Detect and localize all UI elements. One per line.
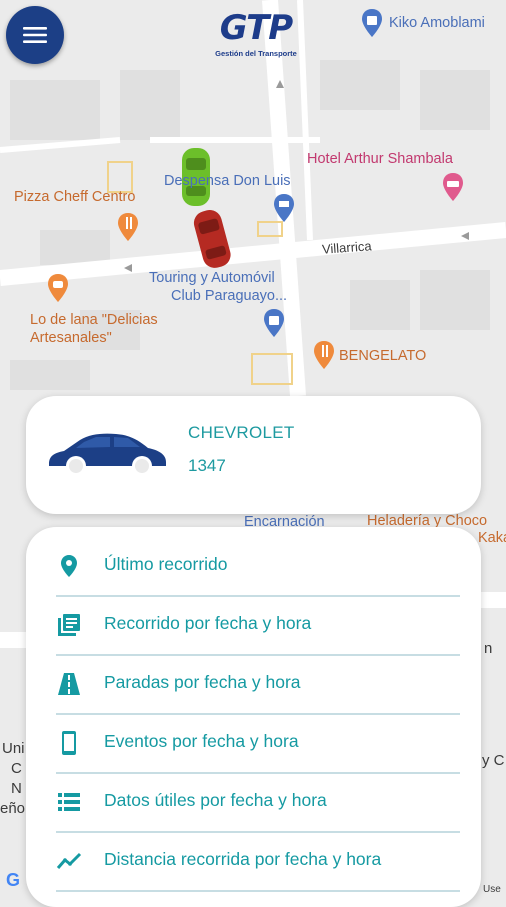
menu-item-recorrido-fecha[interactable]: Recorrido por fecha y hora xyxy=(56,596,460,656)
poi-bengelato[interactable]: BENGELATO xyxy=(339,348,426,364)
menu-item-distancia-recorrida[interactable]: Distancia recorrida por fecha y hora xyxy=(56,832,460,892)
list-icon xyxy=(58,793,80,811)
restaurant-pin-icon xyxy=(314,341,334,369)
location-pin-icon xyxy=(61,555,77,577)
poi-lana-line2[interactable]: Artesanales" xyxy=(30,330,112,346)
trending-line-icon xyxy=(56,852,82,869)
map-fragment: Use xyxy=(483,884,501,895)
cafe-pin-icon xyxy=(48,274,68,302)
vehicle-card[interactable]: CHEVROLET 1347 xyxy=(26,396,481,514)
poi-kiko[interactable]: Kiko Amoblami xyxy=(389,15,485,31)
hotel-pin-icon xyxy=(443,173,463,201)
poi-hotel[interactable]: Hotel Arthur Shambala xyxy=(307,151,453,167)
vehicle-id: 1347 xyxy=(188,456,226,475)
poi-despensa[interactable]: Despensa Don Luis xyxy=(164,173,291,189)
menu-item-label: Último recorrido xyxy=(104,554,228,574)
menu-item-eventos-fecha[interactable]: Eventos por fecha y hora xyxy=(56,714,460,774)
menu-item-label: Eventos por fecha y hora xyxy=(104,731,299,751)
map-fragment: n xyxy=(484,640,493,657)
menu-item-paradas-fecha[interactable]: Paradas por fecha y hora xyxy=(56,655,460,715)
car-icon xyxy=(49,433,166,476)
poi-touring-line2[interactable]: Club Paraguayo... xyxy=(171,288,287,304)
map-fragment: y C xyxy=(482,752,505,769)
library-books-icon xyxy=(58,614,80,636)
google-logo: G xyxy=(6,870,21,890)
map-fragment: N xyxy=(11,780,22,797)
restaurant-pin-icon xyxy=(118,213,138,241)
app-logo: GTP Gestión del Transporte xyxy=(192,8,320,64)
poi-touring-line1[interactable]: Touring y Automóvil xyxy=(149,270,275,286)
map-fragment: C xyxy=(11,760,22,777)
poi-pizza[interactable]: Pizza Cheff Centro xyxy=(14,189,135,205)
hamburger-icon xyxy=(23,27,47,43)
menu-item-label: Datos útiles por fecha y hora xyxy=(104,790,327,810)
menu-item-ultimo-recorrido[interactable]: Último recorrido xyxy=(56,537,460,597)
road-icon xyxy=(58,673,80,695)
menu-item-label: Distancia recorrida por fecha y hora xyxy=(104,849,382,869)
logo-text: GTP xyxy=(219,8,293,48)
menu-item-label: Paradas por fecha y hora xyxy=(104,672,301,692)
vehicle-brand: CHEVROLET xyxy=(188,423,295,442)
menu-item-datos-utiles[interactable]: Datos útiles por fecha y hora xyxy=(56,773,460,833)
logo-subtitle: Gestión del Transporte xyxy=(215,49,297,58)
smartphone-icon xyxy=(62,731,76,755)
menu-item-label: Recorrido por fecha y hora xyxy=(104,613,312,633)
poi-lana-line1[interactable]: Lo de lana "Delicias xyxy=(30,312,158,328)
shopping-bag-pin-icon xyxy=(362,9,382,37)
shopping-cart-pin-icon xyxy=(274,194,294,222)
options-menu: Último recorrido Recorrido por fecha y h… xyxy=(26,527,481,907)
poi-kakaw: Kakav xyxy=(478,530,506,546)
menu-button[interactable] xyxy=(6,6,64,64)
shopping-bag-pin-icon xyxy=(264,309,284,337)
map-fragment: eño xyxy=(0,800,26,817)
map-fragment: Uni xyxy=(2,740,25,757)
